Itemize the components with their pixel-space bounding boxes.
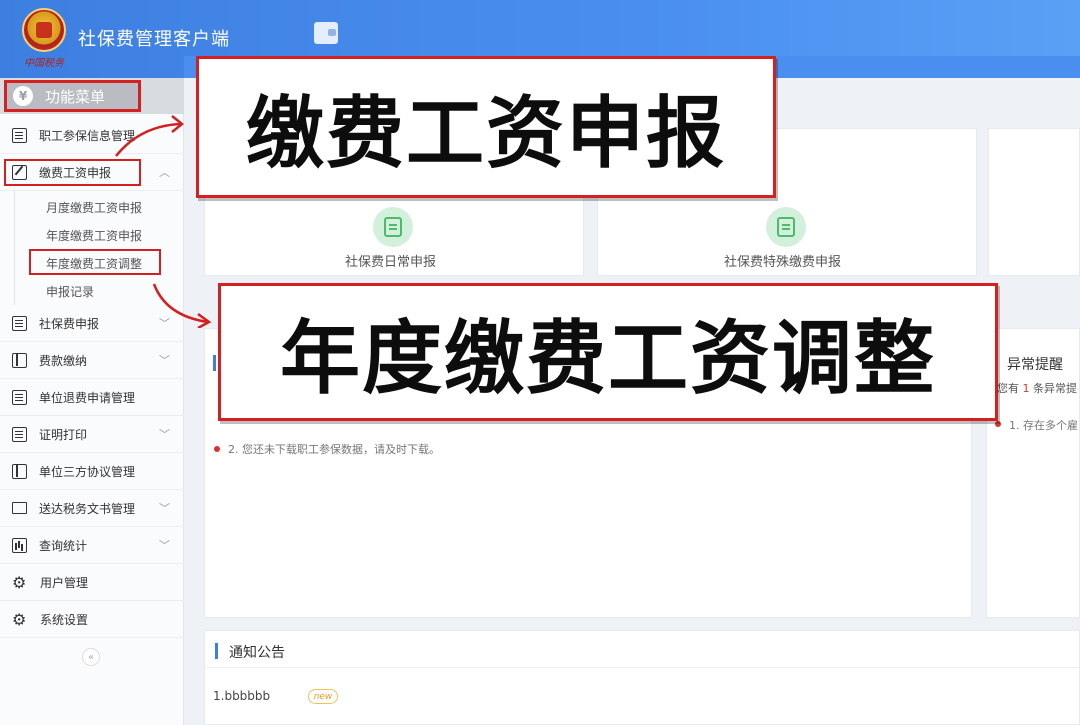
list-icon [12, 315, 27, 331]
sidebar-item-certificate[interactable]: 证明打印 ﹀ [0, 416, 184, 453]
document-icon [766, 207, 806, 247]
submenu-highlight-box [29, 249, 161, 275]
book-icon [12, 352, 27, 368]
section-marker [215, 643, 218, 659]
print-icon [12, 426, 27, 442]
quick-card-label: 社保费日常申报 [345, 255, 437, 270]
chevron-down-icon: ﹀ [159, 354, 170, 367]
alert-item[interactable]: 1. 存在多个雇 [1009, 417, 1078, 433]
sidebar-item-tripartite[interactable]: 单位三方协议管理 [0, 453, 184, 490]
sidebar-item-label: 单位退费申请管理 [39, 390, 136, 405]
notice-title: 通知公告 [229, 645, 285, 661]
bullet-dot [995, 421, 1001, 427]
menu-head-label: 功能菜单 [45, 87, 106, 106]
sidebar-item-users[interactable]: ⚙ 用户管理 [0, 564, 184, 601]
quick-card-partial[interactable] [988, 128, 1080, 276]
chevron-down-icon: ﹀ [159, 502, 170, 515]
alerts-count: 1 [1022, 382, 1030, 395]
notice-item[interactable]: 1.bbbbbb [213, 689, 270, 703]
alerts-panel: 异常提醒 您有 1 条异常提 1. 存在多个雇 [986, 328, 1080, 618]
active-highlight-box [4, 159, 141, 186]
list-icon [12, 127, 27, 143]
chart-icon [12, 537, 27, 553]
chevron-up-icon: ︿ [159, 166, 170, 179]
yen-icon: ¥ [13, 86, 33, 106]
app-title: 社保费管理客户端 [78, 29, 230, 50]
chevron-down-icon: ﹀ [159, 428, 170, 441]
chevron-down-icon: ﹀ [159, 539, 170, 552]
sidebar-item-refund[interactable]: 单位退费申请管理 [0, 379, 184, 416]
list-icon [12, 389, 27, 405]
submenu-divider [14, 190, 15, 305]
notice-panel: 通知公告 1.bbbbbb [204, 630, 1080, 725]
gear-icon: ⚙ [12, 609, 27, 629]
print-icon [12, 502, 27, 514]
divider [205, 667, 1080, 668]
arrow-to-bottom-callout [152, 283, 212, 328]
alerts-title: 异常提醒 [1007, 357, 1063, 373]
alerts-summary-suffix: 条异常提 [1033, 382, 1077, 395]
submenu-records[interactable]: 申报记录 [46, 283, 94, 300]
bullet-dot [214, 446, 220, 452]
new-badge: new [308, 689, 338, 704]
sidebar-item-payment[interactable]: 费款缴纳 ﹀ [0, 342, 184, 379]
sidebar-item-label: 送达税务文书管理 [39, 501, 136, 516]
sidebar-item-label: 社保费申报 [39, 316, 100, 331]
sidebar-item-label: 费款缴纳 [39, 353, 88, 368]
gear-icon: ⚙ [12, 572, 27, 592]
tax-emblem-icon [22, 8, 66, 52]
submenu-annual-wage[interactable]: 年度缴费工资申报 [46, 227, 142, 244]
quick-card-label: 社保费特殊缴费申报 [724, 255, 842, 270]
alerts-summary: 您有 1 条异常提 [997, 380, 1077, 396]
arrow-to-top-callout [115, 115, 185, 157]
sidebar-item-settings[interactable]: ⚙ 系统设置 [0, 601, 184, 638]
alerts-summary-prefix: 您有 [997, 382, 1019, 395]
book-icon [12, 463, 27, 479]
sidebar-item-statistics[interactable]: 查询统计 ﹀ [0, 527, 184, 564]
wallet-icon[interactable] [314, 22, 338, 44]
callout-wage-declaration: 缴费工资申报 [196, 56, 776, 198]
collapse-sidebar-icon[interactable]: « [82, 648, 100, 666]
sidebar-item-label: 证明打印 [39, 427, 88, 442]
callout-annual-adjust: 年度缴费工资调整 [218, 283, 998, 421]
section-marker [213, 355, 216, 371]
sidebar-item-label: 系统设置 [40, 612, 89, 627]
sidebar-item-label: 查询统计 [39, 538, 88, 553]
sidebar-item-label: 单位三方协议管理 [39, 464, 136, 479]
submenu-monthly-wage[interactable]: 月度缴费工资申报 [46, 199, 142, 216]
document-icon [373, 207, 413, 247]
sidebar-item-label: 用户管理 [40, 575, 89, 590]
message-download-reminder: 2. 您还未下载职工参保数据，请及时下载。 [228, 443, 440, 456]
sidebar-item-documents[interactable]: 送达税务文书管理 ﹀ [0, 490, 184, 527]
logo-script: 中国税务 [24, 58, 64, 69]
